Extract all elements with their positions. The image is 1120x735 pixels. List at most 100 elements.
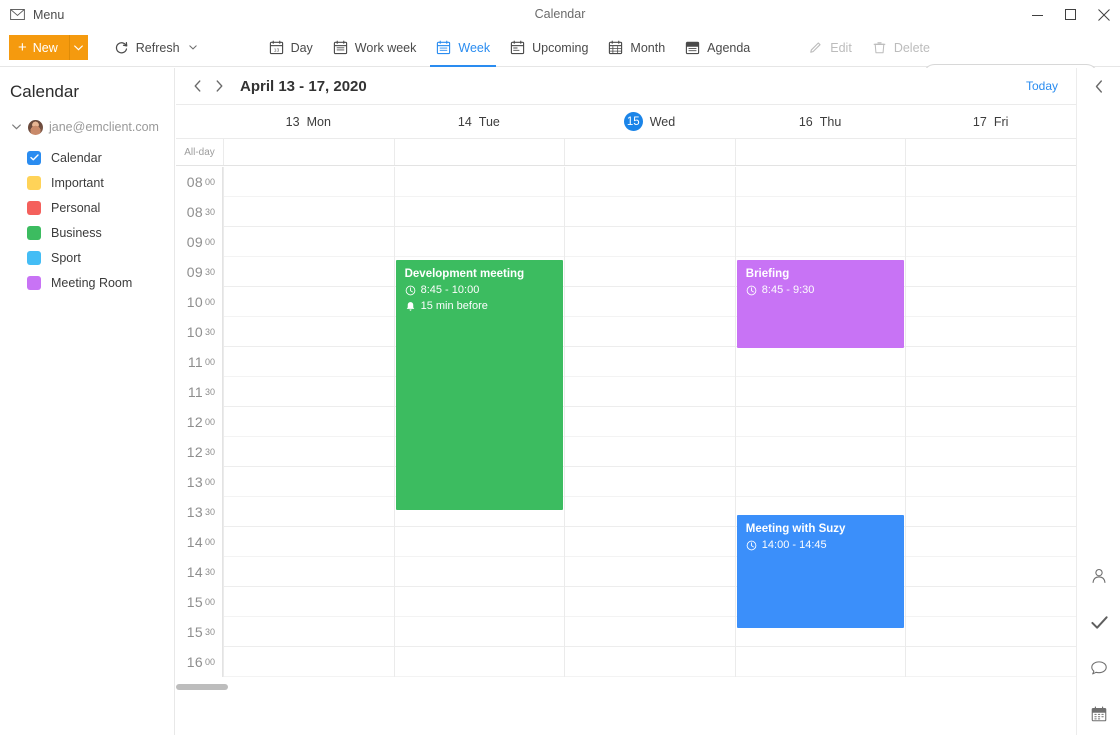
time-cell[interactable]: [565, 317, 735, 347]
time-cell[interactable]: [906, 437, 1076, 467]
time-cell[interactable]: [565, 557, 735, 587]
sidebar-item-meeting-room[interactable]: Meeting Room: [0, 270, 174, 295]
day-column-tue[interactable]: Development meeting 8:45 - 10:00 15 min be…: [393, 167, 565, 677]
time-cell[interactable]: [906, 587, 1076, 617]
time-cell[interactable]: [906, 617, 1076, 647]
time-cell[interactable]: [906, 227, 1076, 257]
time-cell[interactable]: [906, 197, 1076, 227]
time-cell[interactable]: [224, 407, 394, 437]
day-column-mon[interactable]: [223, 167, 394, 677]
time-cell[interactable]: [224, 467, 394, 497]
time-cell[interactable]: [565, 437, 735, 467]
time-cell[interactable]: [735, 647, 906, 677]
calendar-button[interactable]: [1086, 701, 1112, 727]
time-cell[interactable]: [394, 197, 565, 227]
time-cell[interactable]: [224, 527, 394, 557]
today-button[interactable]: Today: [1026, 79, 1058, 93]
time-cell[interactable]: [565, 167, 735, 197]
time-cell[interactable]: [565, 587, 735, 617]
time-cell[interactable]: [565, 257, 735, 287]
time-cell[interactable]: [394, 167, 565, 197]
all-day-cell[interactable]: [393, 139, 565, 165]
time-cell[interactable]: [906, 557, 1076, 587]
time-cell[interactable]: [565, 617, 735, 647]
time-cell[interactable]: [565, 647, 735, 677]
tab-work-week[interactable]: Work week: [323, 29, 427, 67]
edit-button[interactable]: Edit: [798, 29, 862, 67]
day-column-wed[interactable]: [564, 167, 735, 677]
time-cell[interactable]: [224, 647, 394, 677]
horizontal-scrollbar[interactable]: [176, 684, 1076, 691]
day-column-fri[interactable]: [905, 167, 1076, 677]
color-swatch[interactable]: [27, 275, 41, 290]
all-day-cell[interactable]: [223, 139, 394, 165]
time-cell[interactable]: [565, 287, 735, 317]
time-cell[interactable]: [394, 527, 565, 557]
time-cell[interactable]: [735, 377, 906, 407]
time-cell[interactable]: [735, 467, 906, 497]
time-cell[interactable]: [735, 167, 906, 197]
time-cell[interactable]: [224, 227, 394, 257]
contacts-button[interactable]: [1086, 563, 1112, 589]
time-cell[interactable]: [735, 197, 906, 227]
calendar-event[interactable]: Meeting with Suzy 14:00 - 14:45: [736, 515, 905, 628]
time-cell[interactable]: [565, 377, 735, 407]
time-cell[interactable]: [906, 377, 1076, 407]
time-cell[interactable]: [906, 257, 1076, 287]
day-header-fri[interactable]: 17 Fri: [905, 105, 1076, 138]
sidebar-item-calendar[interactable]: Calendar: [0, 145, 174, 170]
time-cell[interactable]: [224, 317, 394, 347]
time-cell[interactable]: [906, 467, 1076, 497]
time-cell[interactable]: [565, 197, 735, 227]
all-day-cell[interactable]: [905, 139, 1076, 165]
new-button[interactable]: + New: [9, 35, 69, 60]
delete-button[interactable]: Delete: [862, 29, 940, 67]
day-column-thu[interactable]: Briefing 8:45 - 9:30 Meeting with Suzy 14:0…: [734, 167, 906, 677]
menu-button[interactable]: Menu: [10, 0, 64, 29]
calendar-event[interactable]: Development meeting 8:45 - 10:00 15 min be…: [395, 260, 564, 510]
sidebar-item-personal[interactable]: Personal: [0, 195, 174, 220]
sidebar-item-business[interactable]: Business: [0, 220, 174, 245]
refresh-button[interactable]: Refresh: [104, 29, 207, 67]
time-cell[interactable]: [565, 497, 735, 527]
time-cell[interactable]: [735, 227, 906, 257]
time-cell[interactable]: [224, 377, 394, 407]
prev-week-button[interactable]: [186, 74, 208, 98]
time-cell[interactable]: [906, 407, 1076, 437]
time-cell[interactable]: [224, 557, 394, 587]
tab-week[interactable]: Week: [426, 29, 500, 67]
time-cell[interactable]: [906, 347, 1076, 377]
color-swatch[interactable]: [27, 225, 41, 240]
time-cell[interactable]: [394, 557, 565, 587]
chat-button[interactable]: [1086, 655, 1112, 681]
sidebar-account-row[interactable]: jane@emclient.com: [0, 116, 174, 138]
time-cell[interactable]: [224, 617, 394, 647]
collapse-panel-button[interactable]: [1077, 68, 1120, 104]
time-cell[interactable]: [224, 167, 394, 197]
time-cell[interactable]: [224, 197, 394, 227]
time-cell[interactable]: [394, 647, 565, 677]
scrollbar-thumb[interactable]: [176, 684, 228, 690]
close-button[interactable]: [1087, 0, 1120, 29]
minimize-button[interactable]: [1021, 0, 1054, 29]
next-week-button[interactable]: [208, 74, 230, 98]
color-swatch[interactable]: [27, 250, 41, 265]
time-cell[interactable]: [224, 587, 394, 617]
chevron-down-icon[interactable]: [12, 122, 22, 132]
day-header-mon[interactable]: 13 Mon: [223, 105, 394, 138]
time-cell[interactable]: [906, 497, 1076, 527]
day-header-thu[interactable]: 16 Thu: [735, 105, 906, 138]
day-header-wed[interactable]: 15 Wed: [564, 105, 735, 138]
sidebar-item-sport[interactable]: Sport: [0, 245, 174, 270]
time-cell[interactable]: [224, 257, 394, 287]
time-cell[interactable]: [394, 617, 565, 647]
time-cell[interactable]: [735, 437, 906, 467]
time-cell[interactable]: [565, 467, 735, 497]
time-grid-scroll-area[interactable]: 08 00 08 30 09 00 09 30 10 00 10 30 11 00 11 30 12 00 12 30…: [176, 167, 1076, 735]
checkbox-checked-icon[interactable]: [27, 150, 41, 165]
time-cell[interactable]: [394, 587, 565, 617]
calendar-event[interactable]: Briefing 8:45 - 9:30: [736, 260, 905, 348]
tab-month[interactable]: Month: [598, 29, 675, 67]
tab-agenda[interactable]: Agenda: [675, 29, 760, 67]
maximize-button[interactable]: [1054, 0, 1087, 29]
